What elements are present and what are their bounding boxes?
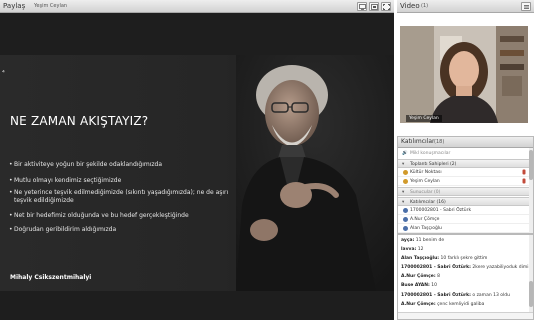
chat-message: A.Nur Çömçe: 8 — [401, 274, 440, 279]
mute-speakers-row[interactable]: 🔊 Mikl konuşmacılar — [398, 149, 533, 158]
attendee-row[interactable]: A.Nur Çömçe — [398, 215, 533, 224]
screen-icon[interactable] — [357, 2, 367, 11]
slide-bullet: • Doğrudan geribildirim aldığımızda — [9, 226, 117, 233]
attendees-pod-title: Katılımcılar — [401, 138, 435, 145]
share-pod-title-bar: Paylaş Yeşim Ceylan — [0, 0, 394, 13]
chevron-down-icon: ▾ — [402, 190, 405, 195]
video-pod-title-bar: Video (1) — [397, 0, 534, 13]
chat-message: ayça: 11 benim de — [401, 238, 445, 243]
chat-message: Buse AYAN: 10 — [401, 283, 438, 288]
meeting-room: Paylaş Yeşim Ceylan ⁴ NE ZAMAN AKIŞTAYIZ… — [0, 0, 534, 320]
chat-pod: ayça: 11 benim de lavva: 12 Alan Taşçıoğ… — [397, 234, 534, 320]
slide-bullet: • Bir aktiviteye yoğun bir şekilde odakla… — [9, 161, 163, 168]
presentation-slide: ⁴ NE ZAMAN AKIŞTAYIZ? • Bir aktiviteye y… — [0, 55, 394, 291]
participant-icon — [403, 226, 408, 231]
share-pod: Paylaş Yeşim Ceylan ⁴ NE ZAMAN AKIŞTAYIZ… — [0, 0, 394, 320]
participant-icon — [403, 217, 408, 222]
webcam-video[interactable]: Yeşim Ceylan — [400, 26, 528, 123]
attendee-row[interactable]: Kültür Noktası — [398, 168, 533, 177]
attendee-row[interactable]: Alan Taşçıoğlu — [398, 224, 533, 233]
attendees-pod: Katılımcılar (18) 🔊 Mikl konuşmacılar ▾ … — [397, 136, 534, 234]
chat-input[interactable] — [398, 312, 533, 319]
chat-message: 1700002801 - Sabri Öztürk: o zaman 13 ol… — [401, 293, 510, 298]
attendees-pod-title-bar: Katılımcılar (18) — [398, 137, 533, 148]
speaker-photo — [236, 55, 394, 291]
video-pod-count: (1) — [421, 3, 429, 9]
attendees-count: (18) — [434, 139, 445, 145]
mic-icon — [522, 169, 526, 175]
slide-corner-mark: ⁴ — [2, 69, 5, 77]
attendees-scrollbar[interactable] — [529, 148, 533, 233]
video-name-tag: Yeşim Ceylan — [406, 115, 442, 122]
fullscreen-icon[interactable] — [381, 2, 391, 11]
share-pod-controls — [357, 2, 391, 11]
chat-scrollbar[interactable] — [529, 235, 533, 319]
speaker-icon: 🔊 — [402, 151, 408, 156]
attendee-row[interactable]: Yeşim Ceylan — [398, 177, 533, 186]
video-pod-title: Video — [400, 2, 420, 10]
chat-message: Alan Taşçıoğlu: 10 farklı şekre gittim — [401, 256, 488, 261]
participant-icon — [403, 208, 408, 213]
mic-icon — [522, 178, 526, 184]
participants-section-header[interactable]: ▾ Katılımcılar (16) — [398, 197, 533, 206]
presenter-name: Yeşim Ceylan — [34, 3, 68, 9]
share-pod-title: Paylaş — [3, 2, 26, 10]
share-stage: ⁴ NE ZAMAN AKIŞTAYIZ? • Bir aktiviteye y… — [0, 14, 394, 320]
fit-icon[interactable] — [369, 2, 379, 11]
slide-title: NE ZAMAN AKIŞTAYIZ? — [10, 114, 149, 128]
chat-message: 1700002801 - Sabri Öztürk: 2kere yazabil… — [401, 265, 529, 270]
scrollbar-thumb[interactable] — [529, 281, 533, 307]
hosts-section-header[interactable]: ▾ Toplantı Sahipleri (2) — [398, 159, 533, 168]
slide-author: Mihaly Csikszentmihalyi — [10, 274, 92, 281]
menu-icon[interactable] — [521, 2, 531, 11]
slide-bullet: • Ne yeterince teşvik edilmediğimizde (sı… — [9, 189, 229, 204]
video-area: Yeşim Ceylan — [397, 14, 534, 132]
video-pod-controls — [521, 2, 531, 11]
scrollbar-thumb[interactable] — [529, 150, 533, 180]
chat-message: A.Nur Çömçe: çenc kemliyidi galiba — [401, 302, 485, 307]
host-icon — [403, 170, 408, 175]
host-icon — [403, 179, 408, 184]
video-pod: Video (1) Yeşim Ceylan — [397, 0, 534, 132]
chat-message: lavva: 12 — [401, 247, 424, 252]
presenters-section-header[interactable]: ▾ Sunucular (0) — [398, 187, 533, 196]
slide-bullet: • Net bir hedefimiz olduğunda ve bu hedef… — [9, 212, 189, 219]
slide-bullet: • Mutlu olmayı kendimiz seçtiğimizde — [9, 177, 122, 184]
webcam-image — [400, 26, 528, 123]
attendee-row[interactable]: 1700002801 - Sabri Öztürk — [398, 206, 533, 215]
